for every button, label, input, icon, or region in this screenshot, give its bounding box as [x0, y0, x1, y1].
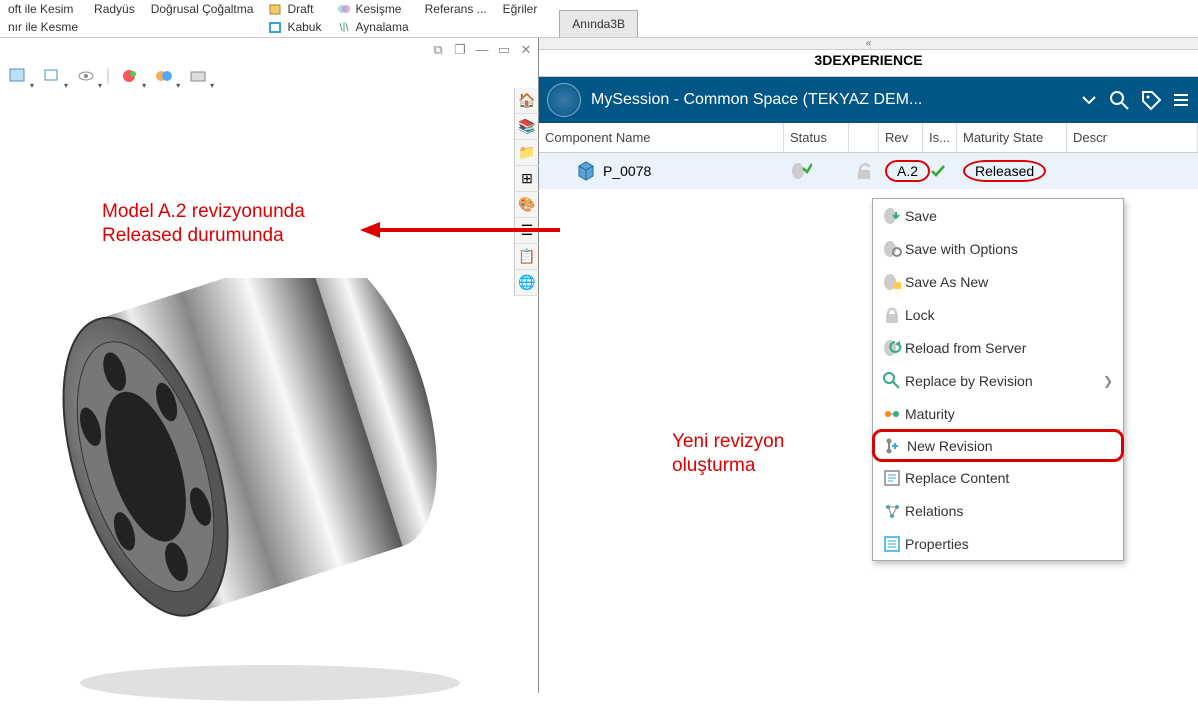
display-style-button[interactable] [4, 64, 32, 88]
relations-icon [879, 501, 905, 521]
row-descr-cell [1067, 153, 1198, 189]
visibility-button[interactable] [72, 64, 100, 88]
col-status[interactable]: Status [784, 123, 849, 152]
save-icon [879, 206, 905, 226]
hidden-lines-button[interactable] [38, 64, 66, 88]
lock-icon [879, 305, 905, 325]
right-tool-sidebar: 🏠 📚 📁 ⊞ 🎨 ☰ 📋 🌐 [514, 88, 538, 296]
instant3d-tab[interactable]: Anında3B [559, 10, 638, 37]
status-ok-icon [790, 160, 812, 182]
render-button[interactable] [184, 64, 212, 88]
boundary-cut-button[interactable]: nır ile Kesme [4, 18, 82, 36]
annotation-new-revision: Yeni revizyon oluşturma [672, 430, 784, 478]
context-menu: Save Save with Options Save As New Lock … [872, 198, 1124, 561]
row-rev-cell: A.2 [879, 153, 923, 189]
intersect-button[interactable]: Kesişme [333, 0, 412, 18]
menu-lock[interactable]: Lock [873, 298, 1123, 331]
maturity-icon [879, 404, 905, 424]
panel-header: MySession - Common Space (TEKYAZ DEM... [539, 77, 1198, 123]
viewport-window-controls: ⧉ ❐ — ▭ ✕ [430, 42, 534, 58]
viewport-popout-icon[interactable]: ⧉ [430, 42, 446, 58]
submenu-arrow-icon: ❯ [1103, 374, 1113, 388]
reload-icon [879, 338, 905, 358]
row-name: P_0078 [603, 163, 651, 179]
menu-save-options[interactable]: Save with Options [873, 232, 1123, 265]
panel-title: 3DEXPERIENCE [539, 50, 1198, 77]
row-maturity-cell: Released [957, 153, 1067, 189]
clipboard-icon[interactable]: 📋 [515, 244, 539, 270]
menu-icon[interactable] [1172, 91, 1190, 109]
compass-icon[interactable] [547, 83, 581, 117]
intersect-icon [337, 2, 351, 16]
library-icon[interactable]: 📚 [515, 114, 539, 140]
save-as-icon [879, 272, 905, 292]
reference-button[interactable]: Referans ... [421, 0, 491, 18]
col-component-name[interactable]: Component Name [539, 123, 784, 152]
menu-reload[interactable]: Reload from Server [873, 331, 1123, 364]
arrow-icon [360, 220, 560, 240]
col-is[interactable]: Is... [923, 123, 957, 152]
menu-relations[interactable]: Relations [873, 494, 1123, 527]
panel-expander[interactable]: « [539, 38, 1198, 50]
scene-button[interactable] [150, 64, 178, 88]
menu-properties[interactable]: Properties [873, 527, 1123, 560]
table-row[interactable]: P_0078 A.2 Released [539, 153, 1198, 189]
model-render [40, 278, 510, 708]
ribbon-toolbar: oft ile Kesim nır ile Kesme Radyüs Doğru… [0, 0, 1198, 38]
viewport-close-icon[interactable]: ✕ [518, 42, 534, 58]
row-lock-cell [849, 153, 879, 189]
menu-new-revision[interactable]: New Revision [872, 429, 1124, 462]
home-icon[interactable]: 🏠 [515, 88, 539, 114]
appearance-button[interactable] [116, 64, 144, 88]
col-descr[interactable]: Descr [1067, 123, 1198, 152]
curves-button[interactable]: Eğriler [499, 0, 542, 18]
chevron-down-icon[interactable] [1080, 91, 1098, 109]
radius-button[interactable]: Radyüs [90, 0, 139, 18]
tag-icon[interactable] [1140, 89, 1162, 111]
menu-save-as-new[interactable]: Save As New [873, 265, 1123, 298]
properties-icon [879, 534, 905, 554]
search-icon[interactable] [1108, 89, 1130, 111]
col-maturity[interactable]: Maturity State [957, 123, 1067, 152]
grid-header: Component Name Status Rev Is... Maturity… [539, 123, 1198, 153]
row-is-cell [923, 153, 957, 189]
session-title: MySession - Common Space (TEKYAZ DEM... [591, 91, 1070, 109]
mirror-button[interactable]: Aynalama [333, 18, 412, 36]
model-viewport[interactable]: ⧉ ❐ — ▭ ✕ | [0, 38, 538, 693]
mirror-icon [337, 20, 351, 34]
col-rev[interactable]: Rev [879, 123, 923, 152]
replace-rev-icon [879, 371, 905, 391]
display-quickbar: | [4, 64, 212, 88]
menu-replace-content[interactable]: Replace Content [873, 461, 1123, 494]
draft-icon [269, 2, 283, 16]
grid-icon[interactable]: ⊞ [515, 166, 539, 192]
viewport-maximize-icon[interactable]: ▭ [496, 42, 512, 58]
linear-pattern-button[interactable]: Doğrusal Çoğaltma [147, 0, 258, 18]
replace-content-icon [879, 468, 905, 488]
annotation-model-state: Model A.2 revizyonunda Released durumund… [102, 200, 305, 248]
folder-icon[interactable]: 📁 [515, 140, 539, 166]
menu-replace-revision[interactable]: Replace by Revision ❯ [873, 364, 1123, 397]
check-icon [929, 162, 947, 180]
palette-icon[interactable]: 🎨 [515, 192, 539, 218]
maturity-badge: Released [963, 160, 1046, 182]
shell-button[interactable]: Kabuk [265, 18, 325, 36]
globe-icon[interactable]: 🌐 [515, 270, 539, 296]
draft-button[interactable]: Draft [265, 0, 325, 18]
menu-save[interactable]: Save [873, 199, 1123, 232]
shell-icon [269, 20, 283, 34]
loft-cut-button[interactable]: oft ile Kesim [4, 0, 82, 18]
part-icon [575, 160, 597, 182]
viewport-dup-icon[interactable]: ❐ [452, 42, 468, 58]
unlock-icon [855, 161, 873, 181]
save-options-icon [879, 239, 905, 259]
row-status-cell [784, 153, 849, 189]
col-lock[interactable] [849, 123, 879, 152]
new-revision-icon [881, 436, 907, 456]
menu-maturity[interactable]: Maturity [873, 397, 1123, 430]
row-name-cell: P_0078 [539, 153, 784, 189]
viewport-minimize-icon[interactable]: — [474, 42, 490, 58]
